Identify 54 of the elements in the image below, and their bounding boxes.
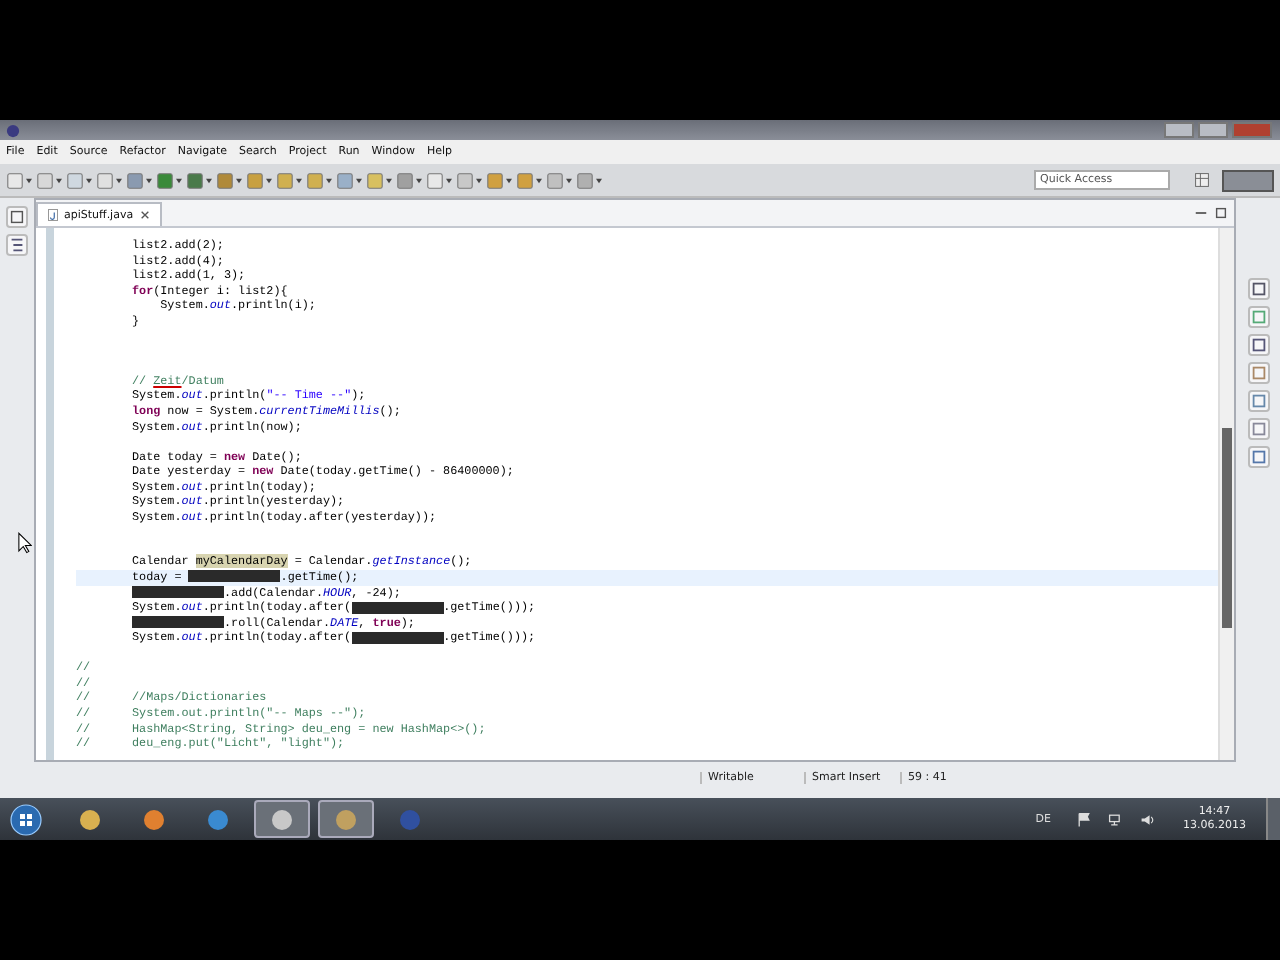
perspective-icon[interactable] — [1194, 172, 1210, 188]
view-icon[interactable] — [1247, 278, 1269, 300]
caret-icon[interactable] — [566, 177, 572, 183]
caret-icon[interactable] — [506, 177, 512, 183]
flag-icon[interactable] — [1075, 811, 1091, 827]
view-icon[interactable] — [1247, 390, 1269, 412]
redacted-block — [132, 616, 224, 629]
app-icon — [6, 123, 20, 137]
redacted-block — [351, 601, 444, 614]
app-icon — [334, 807, 358, 831]
redacted-block — [188, 570, 281, 583]
view-icon[interactable] — [1247, 362, 1269, 384]
app-icon — [270, 807, 294, 831]
start-button[interactable] — [10, 803, 42, 835]
redacted-block — [132, 586, 224, 599]
outline-icon[interactable] — [6, 234, 28, 256]
caret-icon[interactable] — [446, 177, 452, 183]
minimize-button[interactable] — [1164, 122, 1194, 138]
speaker-icon[interactable] — [1139, 811, 1155, 827]
caret-icon[interactable] — [326, 177, 332, 183]
view-icon[interactable] — [1247, 418, 1269, 440]
caret-icon[interactable] — [536, 177, 542, 183]
caret-icon[interactable] — [386, 177, 392, 183]
scrollbar[interactable] — [1218, 228, 1234, 760]
caret-icon[interactable] — [596, 177, 602, 183]
app-icon — [398, 807, 422, 831]
caret-icon[interactable] — [206, 177, 212, 183]
caret-icon[interactable] — [56, 177, 62, 183]
app-icon — [206, 807, 230, 831]
caret-icon[interactable] — [356, 177, 362, 183]
app-icon — [78, 807, 102, 831]
minimize-icon[interactable] — [1194, 206, 1208, 220]
restore-icon[interactable] — [6, 206, 28, 228]
app-icon — [142, 807, 166, 831]
caret-icon[interactable] — [116, 177, 122, 183]
caret-icon[interactable] — [146, 177, 152, 183]
close-icon[interactable] — [139, 210, 150, 220]
caret-icon[interactable] — [266, 177, 272, 183]
taskbar-button[interactable] — [254, 800, 310, 838]
caret-icon[interactable] — [296, 177, 302, 183]
maximize-icon[interactable] — [1214, 206, 1228, 220]
caret-icon[interactable] — [416, 177, 422, 183]
redacted-block — [351, 631, 444, 644]
view-icon[interactable] — [1247, 446, 1269, 468]
network-icon[interactable] — [1107, 811, 1123, 827]
caret-icon[interactable] — [476, 177, 482, 183]
java-file-icon — [48, 208, 58, 222]
scroll-thumb[interactable] — [1222, 428, 1232, 628]
caret-icon[interactable] — [26, 177, 32, 183]
caret-icon[interactable] — [176, 177, 182, 183]
maximize-button[interactable] — [1198, 122, 1228, 138]
caret-icon[interactable] — [236, 177, 242, 183]
caret-icon[interactable] — [86, 177, 92, 183]
view-icon[interactable] — [1247, 334, 1269, 356]
